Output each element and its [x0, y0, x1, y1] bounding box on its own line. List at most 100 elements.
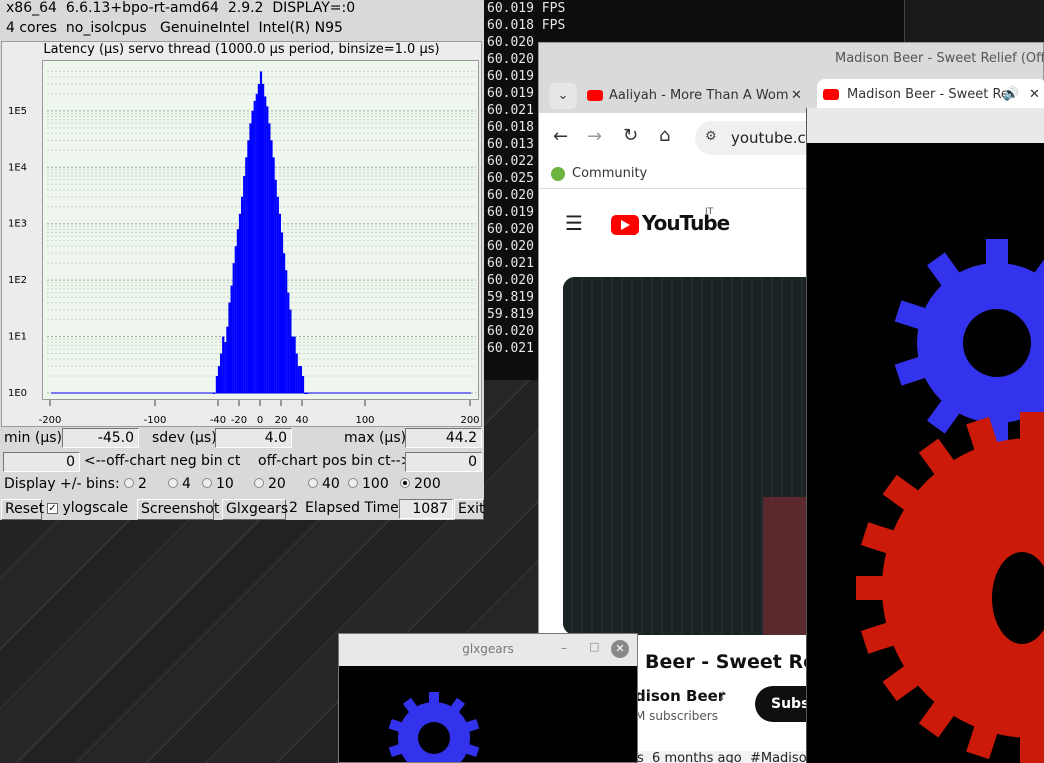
histogram-bar: [289, 309, 292, 393]
video-player[interactable]: [563, 277, 823, 635]
youtube-favicon-icon: [823, 89, 839, 100]
x-tick-label: -20: [231, 415, 247, 426]
glxgears-window-small[interactable]: glxgears – □ ✕: [338, 633, 638, 763]
tab-list-button[interactable]: ⌄: [549, 83, 577, 109]
forward-icon[interactable]: →: [587, 126, 602, 147]
bins-radio-4[interactable]: 4: [168, 476, 191, 492]
x-tick-label: -40: [210, 415, 226, 426]
histogram-bar: [306, 393, 309, 394]
bookmark-community[interactable]: Community: [572, 166, 647, 181]
y-tick-label: 1E5: [8, 106, 27, 117]
browser-titlebar: Madison Beer - Sweet Relief (Offi: [539, 43, 1044, 77]
histogram-bar: [234, 246, 237, 393]
histogram-bar: [217, 366, 221, 393]
x-tick-label: 40: [296, 415, 309, 426]
speaker-icon[interactable]: 🔊: [1003, 79, 1019, 111]
pos-bin-label: off-chart pos bin ct-->: [258, 453, 413, 469]
histogram-bar: [243, 176, 246, 393]
histogram-bar: [212, 393, 215, 394]
y-tick-label: 1E2: [8, 275, 27, 286]
histogram-bar: [264, 96, 267, 393]
radio-label: 4: [182, 476, 191, 492]
histogram-bar: [251, 110, 254, 393]
reload-icon[interactable]: ↻: [623, 125, 638, 146]
home-icon[interactable]: ⌂: [659, 125, 670, 146]
min-value: -45.0: [62, 428, 139, 448]
bins-radio-10[interactable]: 10: [202, 476, 234, 492]
close-tab-icon[interactable]: ✕: [1029, 79, 1040, 111]
radio-icon[interactable]: [348, 478, 358, 488]
glxgears-button[interactable]: Glxgears: [222, 499, 288, 520]
bins-radio-20[interactable]: 20: [254, 476, 286, 492]
radio-label: 200: [414, 476, 441, 492]
histogram-bar: [285, 270, 288, 393]
x-tick-label: -200: [39, 415, 62, 426]
histogram-bar: [245, 157, 248, 393]
small-gears-render: [388, 692, 480, 762]
radio-icon[interactable]: [202, 478, 212, 488]
y-tick-label: 1E1: [8, 332, 27, 343]
glxgears-window-large[interactable]: [806, 108, 1044, 763]
histogram-bar: [247, 140, 250, 393]
gear-tooth: [429, 692, 439, 704]
bins-radio-100[interactable]: 100: [348, 476, 389, 492]
histogram-bar: [266, 106, 269, 394]
back-icon[interactable]: ←: [553, 126, 568, 147]
terminal-line: 60.018 FPS: [487, 18, 566, 33]
bins-radio-2[interactable]: 2: [124, 476, 147, 492]
gears-render: [856, 239, 1044, 763]
subscriber-count: M subscribers: [635, 709, 718, 723]
terminal-window-edge: [904, 0, 1044, 45]
histogram-bar: [230, 285, 233, 393]
radio-icon[interactable]: [124, 478, 134, 488]
gear-tooth: [856, 576, 884, 600]
histogram-bar: [276, 196, 279, 393]
histogram-bar: [259, 71, 263, 393]
maximize-icon[interactable]: □: [589, 640, 599, 653]
histogram-bar: [224, 342, 227, 393]
glxgears-count: 2: [289, 500, 298, 516]
neg-bin-count: 0: [3, 452, 80, 472]
screenshot-button[interactable]: Screenshot: [137, 499, 219, 520]
radio-label: 2: [138, 476, 147, 492]
histogram-bar: [291, 336, 294, 393]
pos-bin-count: 0: [405, 452, 482, 472]
menu-icon[interactable]: ☰: [565, 211, 583, 235]
checkbox-check-icon[interactable]: ✓: [47, 502, 58, 514]
histogram-bar: [257, 83, 260, 393]
close-icon[interactable]: ✕: [611, 640, 629, 658]
reset-button[interactable]: Reset: [1, 499, 44, 520]
bins-radio-40[interactable]: 40: [308, 476, 340, 492]
terminal-line: 60.019 FPS: [487, 1, 566, 16]
region-code: IT: [705, 207, 714, 217]
channel-name[interactable]: dison Beer: [635, 687, 725, 705]
histogram-bar: [232, 263, 235, 393]
youtube-logo-text: YouTube: [642, 211, 730, 235]
x-tick-label: 100: [355, 415, 374, 426]
histogram-bar: [226, 326, 229, 393]
histogram-bar: [236, 229, 239, 393]
neg-bin-label: <--off-chart neg bin ct: [84, 453, 241, 469]
gear-tooth: [986, 239, 1008, 265]
music-note-icon: ♪: [719, 689, 727, 703]
exit-button[interactable]: Exit: [454, 499, 485, 520]
histogram-bar: [295, 353, 298, 393]
histogram-bar: [274, 179, 277, 393]
latency-histogram-window[interactable]: x86_64 6.6.13+bpo-rt-amd64 2.9.2 DISPLAY…: [0, 0, 485, 520]
site-info-icon[interactable]: ⚙: [705, 129, 717, 144]
radio-icon[interactable]: [254, 478, 264, 488]
bins-radio-200[interactable]: 200: [400, 476, 441, 492]
radio-icon[interactable]: [308, 478, 318, 488]
minimize-icon[interactable]: –: [561, 641, 567, 655]
youtube-logo-icon[interactable]: [611, 215, 639, 235]
radio-icon[interactable]: [168, 478, 178, 488]
window-title: Madison Beer - Sweet Relief (Offi: [835, 51, 1044, 66]
histogram-bar: [293, 336, 296, 393]
tab-aaliyah[interactable]: Aaliyah - More Than A Wom ✕: [585, 81, 811, 111]
histogram-bar: [215, 376, 218, 393]
close-tab-icon[interactable]: ✕: [791, 81, 802, 111]
radio-icon[interactable]: [400, 478, 410, 488]
ylogscale-checkbox[interactable]: ✓ ylogscale: [44, 499, 134, 520]
histogram-bar: [222, 336, 225, 393]
elapsed-value: 1087: [399, 499, 453, 519]
